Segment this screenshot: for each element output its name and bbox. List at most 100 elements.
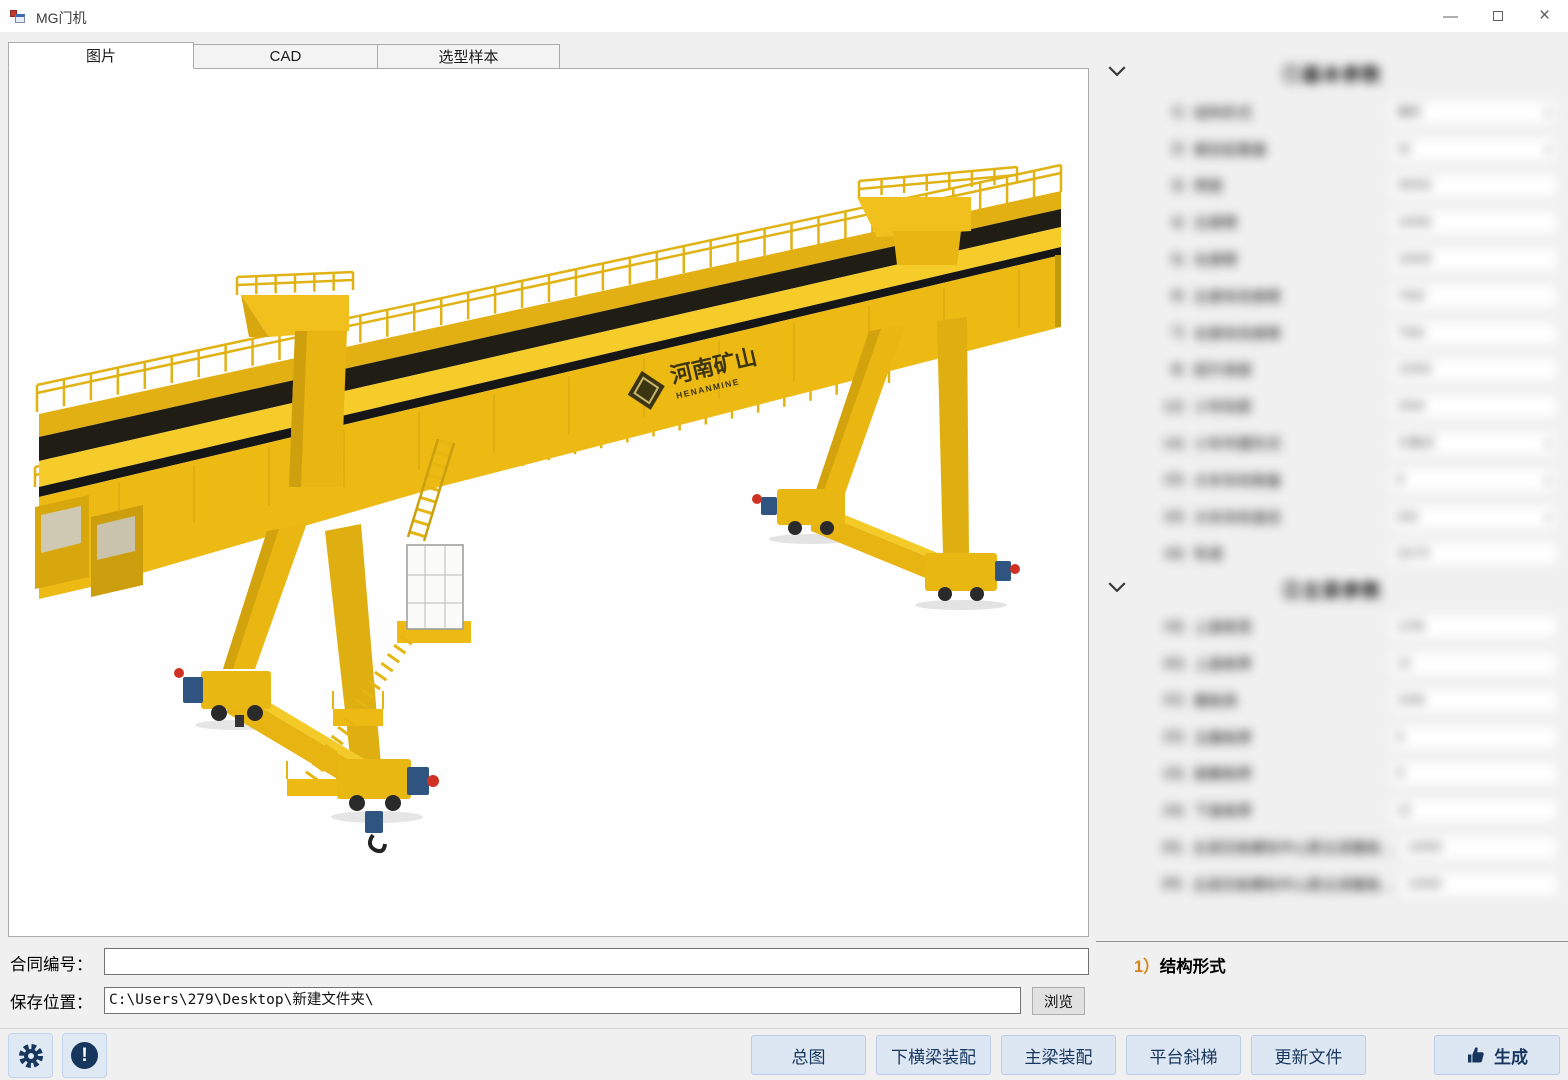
param-input[interactable]: 12 — [1390, 798, 1558, 823]
tab-strip: 图片 CAD 选型样本 — [8, 42, 560, 69]
save-location-input[interactable]: C:\Users\279\Desktop\新建文件夹\ — [104, 987, 1021, 1014]
minimize-button[interactable]: — — [1427, 0, 1474, 32]
param-input[interactable]: 1236 — [1390, 614, 1558, 639]
param-row: 23)副腹板厚6 — [1096, 756, 1568, 793]
param-label: 额定起重量 — [1194, 139, 1267, 160]
section-title: ②主梁参数 — [1096, 572, 1568, 608]
param-input-wrap: 7000 — [1386, 280, 1562, 313]
param-input[interactable]: 10000 — [1390, 247, 1558, 272]
platform-ladder-button[interactable]: 平台斜梯 — [1126, 1035, 1241, 1075]
param-row: 24)下盖板厚12 — [1096, 792, 1568, 829]
param-input[interactable]: 12000 — [1390, 357, 1558, 382]
param-input-wrap: 10000 — [1386, 243, 1562, 276]
combo-arrow-icon — [1544, 442, 1552, 447]
param-label: 跨度 — [1194, 175, 1223, 196]
param-row: 15) 大车车轮数量 8 — [1096, 462, 1568, 499]
param-input[interactable]: 12 — [1390, 651, 1558, 676]
param-number: 3) — [1154, 178, 1184, 194]
param-number: 4) — [1154, 215, 1184, 231]
combo-arrow-icon — [1544, 479, 1552, 484]
param-input[interactable]: 10000 — [1400, 872, 1558, 897]
param-input-wrap: 6 — [1386, 721, 1562, 754]
info-button[interactable]: ! — [62, 1033, 107, 1078]
param-row: 20) 上盖板厚 12 — [1096, 645, 1568, 682]
param-number: 16) — [1154, 509, 1184, 525]
param-input-wrap: 10000 — [1396, 868, 1562, 901]
param-input[interactable]: 10000 — [1390, 210, 1558, 235]
update-files-button[interactable]: 更新文件 — [1251, 1035, 1366, 1075]
param-input[interactable]: 6 — [1390, 761, 1558, 786]
param-input-wrap: 2500 — [1386, 390, 1562, 423]
param-input-wrap: QU70 — [1386, 537, 1562, 570]
param-combo[interactable]: 630 — [1390, 505, 1558, 530]
param-input[interactable]: 7000 — [1390, 284, 1558, 309]
contract-number-label: 合同编号： — [10, 951, 93, 975]
param-input-wrap: 6 — [1386, 757, 1562, 790]
lower-beam-assembly-button[interactable]: 下横梁装配 — [876, 1035, 991, 1075]
param-input-wrap: 箱形 — [1386, 96, 1562, 129]
param-number: 8) — [1154, 362, 1184, 378]
param-row: 5)右悬臂10000 — [1096, 241, 1568, 278]
param-input-wrap: 12 — [1386, 794, 1562, 827]
param-label: 左悬有效悬臂 — [1194, 286, 1281, 307]
settings-button[interactable] — [8, 1033, 53, 1078]
param-input[interactable]: 7000 — [1390, 321, 1558, 346]
param-number: 15) — [1154, 472, 1184, 488]
param-label: 右悬臂 — [1194, 249, 1238, 270]
param-combo[interactable]: 8 — [1390, 468, 1558, 493]
param-label: 大车车轮直径 — [1194, 507, 1281, 528]
param-row: 21)腹板高2436 — [1096, 682, 1568, 719]
param-input[interactable]: 10000 — [1400, 835, 1558, 860]
param-label: 大车车轮数量 — [1194, 470, 1281, 491]
param-input-wrap: 分离式 — [1386, 427, 1562, 460]
contract-number-input[interactable] — [104, 948, 1089, 975]
tab-image[interactable]: 图片 — [8, 42, 194, 69]
param-input[interactable]: 2500 — [1390, 394, 1558, 419]
generate-button[interactable]: 生成 — [1434, 1035, 1560, 1075]
param-input-wrap: 1236 — [1386, 610, 1562, 643]
param-number: 19) — [1154, 619, 1184, 635]
combo-arrow-icon — [1544, 516, 1552, 521]
param-label: 小车布置形式 — [1194, 433, 1281, 454]
param-row: 25)主梁压板螺栓中心距主梁腹板距离10000 — [1096, 829, 1568, 866]
param-row: 26)主梁压板螺栓中心距主梁腹板距离10000 — [1096, 866, 1568, 903]
param-number: 20) — [1154, 656, 1184, 672]
param-label: 轨道 — [1194, 543, 1223, 564]
detail-label-number: 1） — [1134, 958, 1160, 976]
tab-selection-sample[interactable]: 选型样本 — [378, 44, 560, 69]
param-input-wrap: 12000 — [1386, 353, 1562, 386]
maximize-icon — [1493, 11, 1503, 21]
param-row: 18)轨道QU70 — [1096, 536, 1568, 573]
tab-cad[interactable]: CAD — [194, 44, 378, 69]
param-row: 16) 大车车轮直径 630 — [1096, 499, 1568, 536]
param-input-wrap: 10000 — [1386, 206, 1562, 239]
parameter-sections: ①基本参数1)结构形式箱形2)额定起重量323)跨度300004)左悬臂1000… — [1096, 60, 1568, 936]
browse-button[interactable]: 浏览 — [1032, 987, 1085, 1015]
main-girder-assembly-button[interactable]: 主梁装配 — [1001, 1035, 1116, 1075]
combo-arrow-icon — [1544, 111, 1552, 116]
param-number: 21) — [1154, 692, 1184, 708]
param-input[interactable]: QU70 — [1390, 541, 1558, 566]
param-row: 3) 跨度 30000 — [1096, 168, 1568, 205]
close-button[interactable]: × — [1521, 0, 1568, 32]
maximize-button[interactable] — [1474, 0, 1521, 32]
param-label: 主梁压板螺栓中心距主梁腹板距离 — [1192, 874, 1396, 895]
param-input[interactable]: 6 — [1390, 725, 1558, 750]
bottom-toolbar: ! 总图 下横梁装配 主梁装配 平台斜梯 更新文件 生成 — [0, 1028, 1568, 1080]
param-number: 14) — [1154, 436, 1184, 452]
param-combo[interactable]: 分离式 — [1390, 431, 1558, 456]
param-combo[interactable]: 32 — [1390, 137, 1558, 162]
param-number: 2) — [1154, 141, 1184, 157]
param-row: 1)结构形式箱形 — [1096, 94, 1568, 131]
param-combo[interactable]: 箱形 — [1390, 100, 1558, 125]
app-icon — [10, 8, 26, 24]
param-label: 上盖板宽 — [1194, 616, 1252, 637]
general-drawing-button[interactable]: 总图 — [751, 1035, 866, 1075]
param-input[interactable]: 30000 — [1390, 173, 1558, 198]
param-row: 7)右悬有效悬臂7000 — [1096, 315, 1568, 352]
param-label: 起升高度 — [1194, 359, 1252, 380]
param-input[interactable]: 2436 — [1390, 688, 1558, 713]
param-label: 上盖板厚 — [1194, 653, 1252, 674]
param-label: 结构形式 — [1194, 102, 1252, 123]
section-title: ①基本参数 — [1096, 60, 1568, 94]
